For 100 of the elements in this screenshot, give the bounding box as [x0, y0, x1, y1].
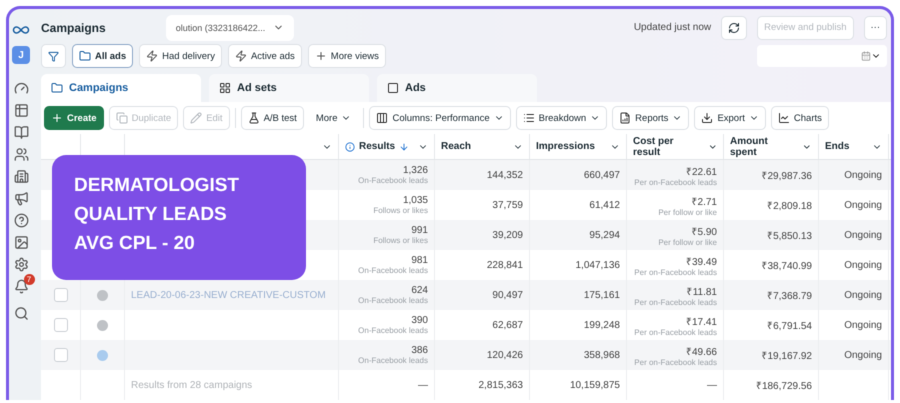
image-icon[interactable] — [14, 235, 28, 250]
status-toggle[interactable] — [97, 350, 108, 360]
calendar-icon — [861, 51, 871, 62]
table-cell: Ongoing — [844, 260, 882, 270]
folder-icon — [51, 82, 63, 94]
table-cell: 991 — [411, 225, 428, 236]
cell-caption: On-Facebook leads — [358, 176, 428, 185]
table-cell: 39,209 — [492, 230, 523, 240]
flask-icon — [248, 112, 260, 124]
chart-icon — [778, 112, 790, 124]
building-icon[interactable] — [14, 169, 28, 184]
table-cell: 1,047,136 — [576, 260, 620, 270]
folder-icon — [79, 50, 91, 62]
table-cell: Ongoing — [844, 230, 882, 240]
more-button[interactable]: ··· — [864, 16, 887, 40]
table-cell: 199,248 — [584, 320, 620, 330]
bolt-icon — [234, 50, 247, 62]
table-cell: 624 — [411, 285, 428, 296]
table-cell: 175,161 — [584, 290, 620, 300]
megaphone-icon[interactable] — [14, 191, 28, 206]
view-button[interactable]: Active ads — [228, 44, 302, 68]
total-cell: 10,159,875 — [570, 380, 620, 390]
view-button[interactable]: More views — [308, 44, 386, 68]
account-dropdown[interactable]: olution (3323186422... — [166, 14, 294, 41]
table-cell: Ongoing — [844, 320, 882, 330]
total-cell: — — [707, 380, 717, 390]
toolbar-button[interactable]: Create — [44, 106, 104, 130]
status-toggle[interactable] — [97, 290, 108, 300]
table-row[interactable]: LEAD-20-06-23-NEW CREATIVE-CUSTOM 624 On-Facebook leads 90,497 175,161 ₹11.81 Per on-Facebook leads ₹7,368.79 Ongoing — [41, 280, 891, 310]
filter-button[interactable] — [41, 44, 66, 68]
row-checkbox[interactable] — [54, 288, 68, 302]
filter-icon — [48, 50, 59, 62]
table-cell-text: ₹29,987.36 — [762, 170, 812, 182]
people-icon[interactable] — [14, 147, 28, 162]
search-icon[interactable] — [14, 306, 28, 321]
column-title[interactable]: Cost per result — [633, 136, 700, 158]
table-cell-text: ₹7,368.79 — [767, 290, 812, 302]
table-cell: 228,841 — [486, 260, 523, 270]
toolbar-button[interactable]: Columns: Performance — [369, 106, 511, 130]
page-title: Campaigns — [41, 20, 106, 35]
plus-icon — [51, 112, 63, 124]
cell-caption: On-Facebook leads — [358, 266, 428, 275]
column-title[interactable]: Ends — [825, 141, 850, 152]
gauge-icon[interactable] — [14, 81, 28, 96]
table-cell: 120,426 — [486, 350, 523, 360]
table-cell-text: ₹38,740.99 — [762, 260, 812, 272]
total-cell: — — [418, 380, 428, 390]
column-title[interactable]: Amount spent — [730, 136, 794, 158]
toolbar-button[interactable]: A/B test — [240, 106, 304, 130]
table-cell: 358,968 — [584, 350, 620, 360]
table-cell: 37,759 — [492, 200, 523, 210]
summary-label: Results from 28 campaigns — [131, 380, 252, 390]
table-cell: Ongoing — [844, 350, 882, 360]
table-cell: 386 — [411, 345, 428, 356]
table-cell: 90,497 — [492, 290, 523, 300]
toolbar-button[interactable]: Reports — [612, 106, 690, 130]
column-title[interactable]: Reach — [441, 141, 472, 152]
toolbar-button[interactable]: Charts — [770, 106, 829, 130]
table-icon[interactable] — [14, 103, 28, 118]
row-checkbox[interactable] — [54, 348, 68, 362]
toolbar-button[interactable]: Breakdown — [516, 106, 608, 130]
table-cell-text: ₹49.66 — [686, 346, 717, 358]
column-title[interactable]: Impressions — [536, 141, 595, 152]
column-title[interactable]: Results — [359, 141, 396, 152]
help-icon[interactable] — [14, 213, 28, 228]
level-tab[interactable]: Ad sets — [209, 74, 369, 102]
bell-icon[interactable] — [14, 279, 28, 294]
table-row[interactable]: 386 On-Facebook leads 120,426 358,968 ₹49.66 Per on-Facebook leads ₹19,167.92 Ongoing — [41, 340, 891, 370]
cell-caption: On-Facebook leads — [358, 356, 428, 365]
date-range-field[interactable] — [757, 45, 887, 68]
sort-arrow-icon — [399, 142, 410, 152]
table-cell-text: ₹39.49 — [686, 256, 717, 268]
cell-caption: Per on-Facebook leads — [634, 358, 717, 366]
level-tab[interactable]: Campaigns — [41, 74, 201, 102]
settings-icon[interactable] — [14, 257, 28, 272]
cell-caption: Per on-Facebook leads — [634, 268, 717, 276]
table-cell: 62,687 — [492, 320, 523, 330]
table-cell: 61,412 — [589, 200, 620, 210]
cell-caption: Per on-Facebook leads — [634, 328, 717, 336]
table-cell-text: ₹22.61 — [686, 166, 717, 178]
cell-caption: On-Facebook leads — [358, 296, 428, 305]
table-cell: 981 — [411, 255, 428, 266]
book-icon[interactable] — [14, 125, 28, 140]
cell-caption: Follows or likes — [373, 236, 428, 245]
toolbar-button[interactable]: More — [308, 106, 358, 130]
table-cell-text: ₹5,850.13 — [767, 230, 812, 242]
cell-caption: Per on-Facebook leads — [634, 178, 717, 186]
view-button[interactable]: All ads — [72, 44, 134, 68]
view-button[interactable]: Had delivery — [139, 44, 222, 68]
plus-icon — [314, 50, 327, 62]
row-checkbox[interactable] — [54, 318, 68, 332]
level-tab[interactable]: Ads — [377, 74, 537, 102]
table-cell-text: ₹5.90 — [692, 226, 717, 238]
square-icon — [387, 82, 399, 94]
info-icon — [345, 142, 355, 152]
toolbar-button[interactable]: Export — [694, 106, 766, 130]
refresh-button[interactable] — [721, 16, 748, 40]
columns-icon — [376, 112, 388, 124]
status-toggle[interactable] — [97, 320, 108, 330]
table-cell: 660,497 — [584, 170, 620, 180]
